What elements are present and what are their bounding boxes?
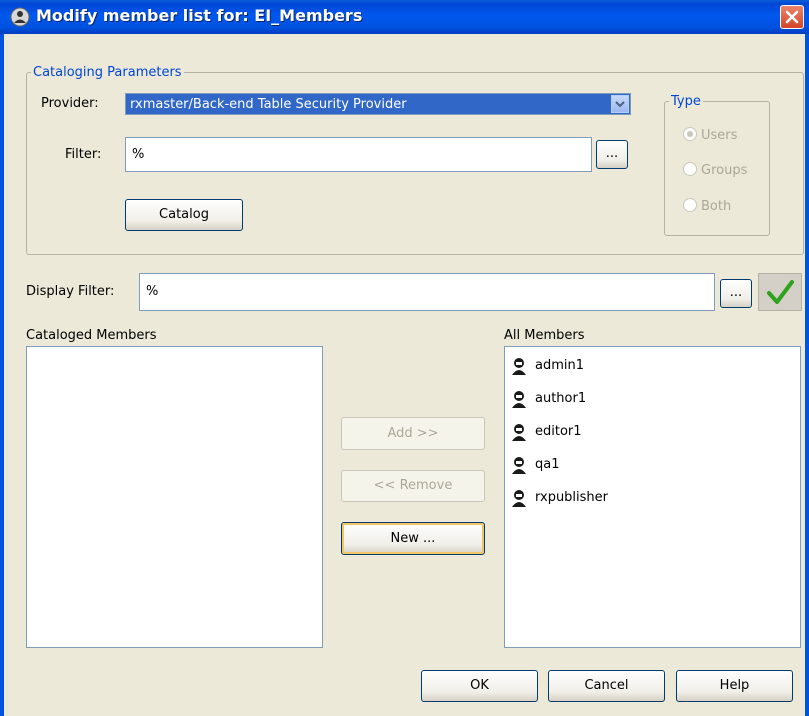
type-option-users[interactable]: Users — [683, 127, 737, 143]
member-name: editor1 — [535, 424, 582, 439]
member-name: rxpublisher — [535, 490, 609, 505]
filter-browse-button[interactable]: ... — [596, 140, 628, 169]
filter-label: Filter: — [65, 147, 102, 162]
type-option-label: Both — [701, 199, 732, 214]
list-item[interactable]: author1 — [505, 382, 800, 415]
display-filter-input[interactable]: % — [139, 273, 715, 311]
radio-icon — [683, 198, 697, 212]
display-filter-label: Display Filter: — [26, 284, 115, 299]
user-icon — [512, 423, 526, 441]
type-option-groups[interactable]: Groups — [683, 162, 747, 178]
catalog-button[interactable]: Catalog — [125, 199, 243, 231]
provider-select[interactable]: rxmaster/Back-end Table Security Provide… — [125, 93, 631, 115]
user-icon — [512, 456, 526, 474]
provider-value: rxmaster/Back-end Table Security Provide… — [130, 97, 407, 112]
display-filter-browse-button[interactable]: ... — [720, 279, 752, 308]
list-item[interactable]: qa1 — [505, 448, 800, 481]
all-members-list[interactable]: admin1 author1 editor1 qa1 rxpublisher — [504, 346, 801, 648]
cancel-button[interactable]: Cancel — [548, 670, 665, 702]
list-item[interactable]: admin1 — [505, 349, 800, 382]
new-button[interactable]: New ... — [341, 522, 485, 555]
dropdown-arrow[interactable] — [611, 95, 629, 113]
catalog-button-label: Catalog — [159, 207, 209, 222]
list-item[interactable]: rxpublisher — [505, 481, 800, 514]
cataloging-parameters-legend: Cataloging Parameters — [33, 65, 182, 80]
type-option-both[interactable]: Both — [683, 198, 731, 214]
user-icon — [512, 357, 526, 375]
close-icon — [785, 10, 799, 24]
user-icon — [512, 390, 526, 408]
radio-icon — [683, 127, 697, 141]
provider-label: Provider: — [41, 96, 99, 111]
member-name: author1 — [535, 391, 587, 406]
apply-filter-button[interactable] — [758, 273, 802, 311]
member-name: qa1 — [535, 457, 560, 472]
add-button[interactable]: Add >> — [341, 417, 485, 450]
window-title: Modify member list for: EI_Members — [36, 6, 363, 25]
type-option-label: Users — [701, 128, 738, 143]
all-members-label: All Members — [504, 328, 585, 343]
cataloged-members-label: Cataloged Members — [26, 328, 157, 343]
member-name: admin1 — [535, 358, 585, 373]
help-button[interactable]: Help — [676, 670, 793, 702]
chevron-down-icon — [615, 101, 625, 108]
user-icon — [512, 489, 526, 507]
ok-button[interactable]: OK — [421, 670, 538, 702]
filter-input[interactable]: % — [125, 137, 592, 172]
close-button[interactable] — [780, 5, 804, 29]
radio-icon — [683, 162, 697, 176]
type-legend: Type — [671, 94, 701, 109]
cataloged-members-list[interactable] — [26, 346, 323, 648]
type-option-label: Groups — [701, 163, 748, 178]
remove-button[interactable]: << Remove — [341, 470, 485, 502]
list-item[interactable]: editor1 — [505, 415, 800, 448]
checkmark-icon — [767, 280, 794, 304]
title-bar: Modify member list for: EI_Members — [0, 0, 809, 34]
app-icon — [10, 7, 30, 27]
